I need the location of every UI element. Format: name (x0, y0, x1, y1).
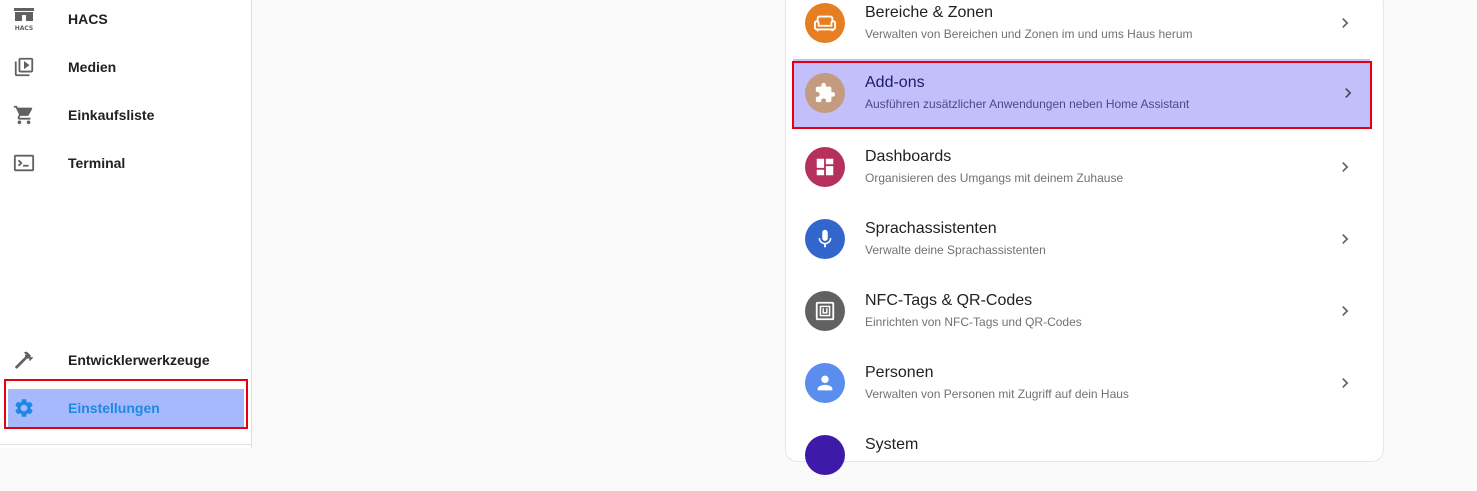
sidebar-item-label: Medien (68, 59, 117, 75)
sidebar-item-einkaufsliste[interactable]: Einkaufsliste (0, 91, 251, 139)
system-icon (805, 435, 845, 475)
settings-row-add-ons[interactable]: Add-ons Ausführen zusätzlicher Anwendung… (793, 59, 1370, 127)
chevron-right-icon (1333, 227, 1357, 251)
row-subtitle: Verwalten von Personen mit Zugriff auf d… (865, 387, 1129, 401)
cart-icon (12, 103, 36, 127)
row-title: Add-ons (865, 74, 925, 91)
person-icon (805, 363, 845, 403)
row-subtitle: Organisieren des Umgangs mit deinem Zuha… (865, 171, 1124, 185)
chevron-right-icon (1333, 299, 1357, 323)
media-icon (12, 55, 36, 79)
sidebar-item-einstellungen[interactable]: Einstellungen (8, 389, 244, 427)
sofa-icon (805, 3, 845, 43)
row-subtitle: Einrichten von NFC-Tags und QR-Codes (865, 315, 1082, 329)
svg-text:HACS: HACS (15, 25, 34, 32)
puzzle-icon (805, 73, 845, 113)
hammer-icon (12, 348, 36, 372)
row-subtitle: Ausführen zusätzlicher Anwendungen neben… (865, 97, 1190, 111)
sidebar-item-label: HACS (68, 11, 108, 27)
settings-row-bereiche-zonen[interactable]: Bereiche & Zonen Verwalten von Bereichen… (787, 0, 1369, 59)
row-title: System (865, 436, 919, 453)
dashboard-icon (805, 147, 845, 187)
row-subtitle: Verwalten von Bereichen und Zonen im und… (865, 27, 1193, 41)
sidebar-item-label: Einstellungen (68, 400, 160, 416)
sidebar-item-label: Einkaufsliste (68, 107, 155, 123)
gear-icon (12, 396, 36, 420)
sidebar-item-label: Entwicklerwerkzeuge (68, 352, 210, 368)
divider (0, 444, 251, 445)
row-title: NFC-Tags & QR-Codes (865, 292, 1033, 309)
settings-row-nfc-tags[interactable]: NFC-Tags & QR-Codes Einrichten von NFC-T… (787, 275, 1369, 347)
settings-row-system[interactable]: System (787, 419, 1369, 491)
settings-row-sprachassistenten[interactable]: Sprachassistenten Verwalte deine Spracha… (787, 203, 1369, 275)
row-title: Dashboards (865, 148, 952, 165)
sidebar-item-medien[interactable]: Medien (0, 43, 251, 91)
hacs-icon: HACS (12, 7, 36, 32)
chevron-right-icon (1333, 371, 1357, 395)
settings-row-personen[interactable]: Personen Verwalten von Personen mit Zugr… (787, 347, 1369, 419)
chevron-right-icon (1333, 155, 1357, 179)
terminal-icon (12, 151, 36, 175)
row-title: Personen (865, 364, 934, 381)
sidebar-item-terminal[interactable]: Terminal (0, 139, 251, 187)
microphone-icon (805, 219, 845, 259)
sidebar-item-hacs[interactable]: HACS HACS (0, 0, 251, 43)
settings-row-dashboards[interactable]: Dashboards Organisieren des Umgangs mit … (787, 131, 1369, 203)
sidebar: HACS HACS Medien Einkaufsliste Terminal … (0, 0, 252, 448)
row-title: Bereiche & Zonen (865, 4, 994, 21)
sidebar-item-label: Terminal (68, 155, 126, 171)
row-title: Sprachassistenten (865, 220, 997, 237)
chevron-right-icon (1336, 81, 1360, 105)
sidebar-item-entwicklerwerkzeuge[interactable]: Entwicklerwerkzeuge (0, 336, 251, 384)
chevron-right-icon (1333, 11, 1357, 35)
row-subtitle: Verwalte deine Sprachassistenten (865, 243, 1046, 257)
nfc-icon (805, 291, 845, 331)
